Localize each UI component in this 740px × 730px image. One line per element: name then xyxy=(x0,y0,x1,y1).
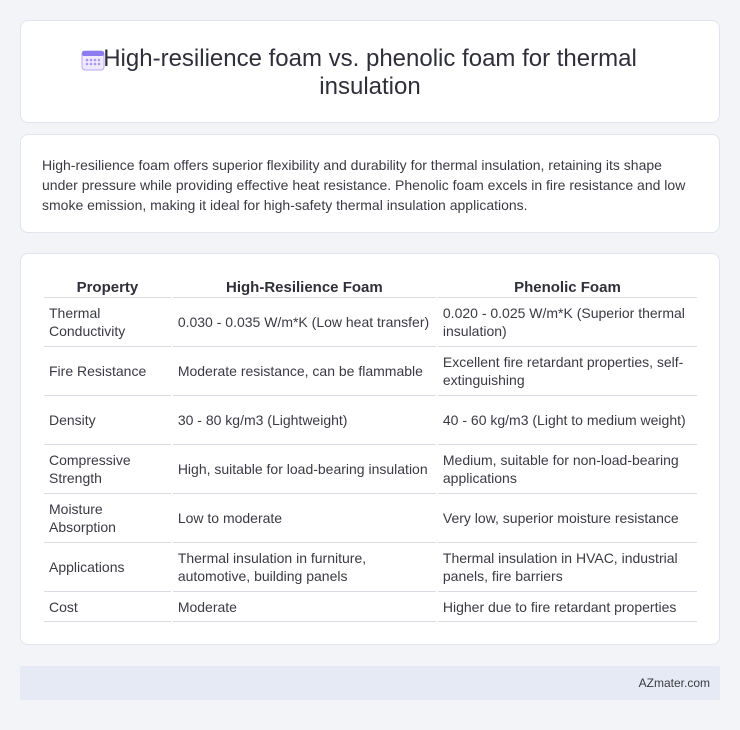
property-cell: Thermal Conductivity xyxy=(44,298,171,347)
high-resilience-cell: Moderate resistance, can be flammable xyxy=(172,347,436,396)
table-row: Density 30 - 80 kg/m3 (Lightweight) 40 -… xyxy=(44,396,697,445)
comparison-table: Property High-Resilience Foam Phenolic F… xyxy=(42,276,699,622)
column-header-phenolic-foam: Phenolic Foam xyxy=(437,276,697,298)
comparison-card: Property High-Resilience Foam Phenolic F… xyxy=(20,253,720,645)
property-cell: Cost xyxy=(44,592,171,622)
high-resilience-cell: 30 - 80 kg/m3 (Lightweight) xyxy=(172,396,436,445)
table-row: Moisture Absorption Low to moderate Very… xyxy=(44,494,697,543)
property-cell: Density xyxy=(44,396,171,445)
footer-bar: AZmater.com xyxy=(20,666,720,700)
title-card: High-resilience foam vs. phenolic foam f… xyxy=(20,20,720,123)
property-cell: Fire Resistance xyxy=(44,347,171,396)
property-cell: Moisture Absorption xyxy=(44,494,171,543)
footer-brand: AZmater.com xyxy=(638,676,710,690)
high-resilience-cell: Thermal insulation in furniture, automot… xyxy=(172,543,436,592)
intro-text: High-resilience foam offers superior fle… xyxy=(42,157,686,213)
phenolic-cell: Excellent fire retardant properties, sel… xyxy=(437,347,697,396)
high-resilience-cell: Low to moderate xyxy=(172,494,436,543)
table-row: Fire Resistance Moderate resistance, can… xyxy=(44,347,697,396)
page-title: High-resilience foam vs. phenolic foam f… xyxy=(103,45,637,100)
column-header-property: Property xyxy=(44,276,171,298)
table-header-row: Property High-Resilience Foam Phenolic F… xyxy=(44,276,697,298)
phenolic-cell: Thermal insulation in HVAC, industrial p… xyxy=(437,543,697,592)
phenolic-cell: 0.020 - 0.025 W/m*K (Superior thermal in… xyxy=(437,298,697,347)
table-row: Applications Thermal insulation in furni… xyxy=(44,543,697,592)
high-resilience-cell: Moderate xyxy=(172,592,436,622)
phenolic-cell: Very low, superior moisture resistance xyxy=(437,494,697,543)
table-row: Cost Moderate Higher due to fire retarda… xyxy=(44,592,697,622)
high-resilience-cell: 0.030 - 0.035 W/m*K (Low heat transfer) xyxy=(172,298,436,347)
high-resilience-cell: High, suitable for load-bearing insulati… xyxy=(172,445,436,494)
phenolic-cell: Medium, suitable for non-load-bearing ap… xyxy=(437,445,697,494)
column-header-high-resilience-foam: High-Resilience Foam xyxy=(172,276,436,298)
phenolic-cell: Higher due to fire retardant properties xyxy=(437,592,697,622)
table-row: Compressive Strength High, suitable for … xyxy=(44,445,697,494)
property-cell: Compressive Strength xyxy=(44,445,171,494)
table-row: Thermal Conductivity 0.030 - 0.035 W/m*K… xyxy=(44,298,697,347)
property-cell: Applications xyxy=(44,543,171,592)
intro-card: High-resilience foam offers superior fle… xyxy=(20,134,720,233)
phenolic-cell: 40 - 60 kg/m3 (Light to medium weight) xyxy=(437,396,697,445)
